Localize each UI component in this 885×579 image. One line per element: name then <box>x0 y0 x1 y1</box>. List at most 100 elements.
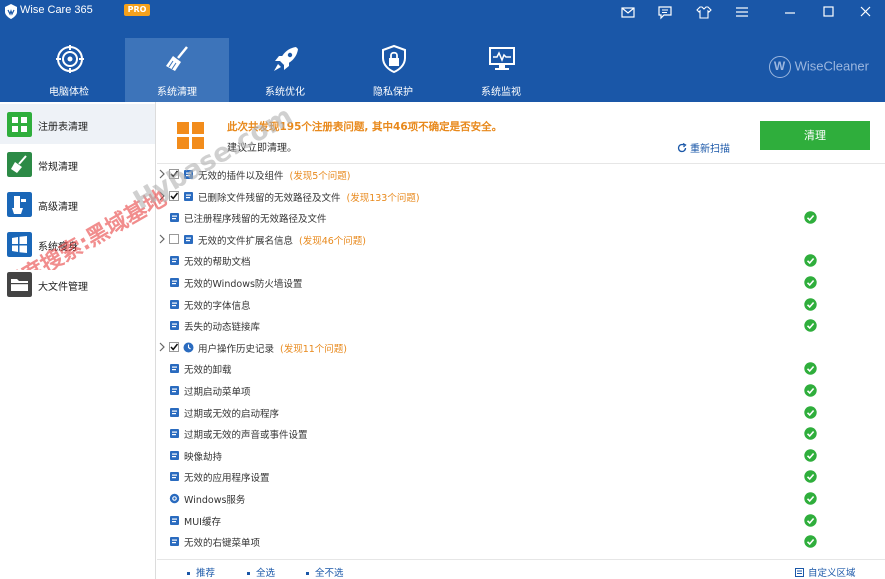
nav-label: 系统优化 <box>265 87 305 98</box>
history-icon <box>183 342 194 353</box>
settings-menu-icon[interactable] <box>732 3 752 21</box>
rescan-label: 重新扫描 <box>690 144 730 155</box>
help-doc-icon <box>170 256 179 266</box>
sidebar-item-system-slim[interactable]: 系统瘦身 <box>0 224 155 264</box>
chevron-right-icon[interactable] <box>159 234 165 244</box>
list-item[interactable]: 无效的右键菜单项 <box>157 531 885 553</box>
item-issue-count: (发现133个问题) <box>346 192 420 204</box>
list-item[interactable]: 丢失的动态链接库 <box>157 315 885 337</box>
item-label: 无效的卸载 <box>184 362 232 376</box>
list-item[interactable]: Windows服务 <box>157 488 885 510</box>
item-checkbox[interactable] <box>169 190 179 201</box>
rescan-link[interactable]: 重新扫描 <box>677 140 730 155</box>
windows-icon <box>7 232 32 257</box>
item-label-text: 过期或无效的启动程序 <box>184 408 280 420</box>
sidebar-item-large-files[interactable]: 大文件管理 <box>0 264 155 304</box>
list-item[interactable]: 无效的Windows防火墙设置 <box>157 272 885 294</box>
mail-icon[interactable] <box>618 3 638 21</box>
check-circle-icon <box>804 297 817 311</box>
close-icon[interactable] <box>855 3 875 21</box>
brand-name: WiseCleaner <box>794 58 869 74</box>
shield-lock-icon <box>382 44 406 74</box>
item-issue-count: (发现5个问题) <box>289 171 351 182</box>
nav-system-monitor[interactable]: 系统监视 <box>449 38 553 102</box>
context-menu-icon <box>170 537 179 547</box>
nav-system-clean[interactable]: 系统清理 <box>125 38 229 102</box>
list-item[interactable]: 过期或无效的启动程序 <box>157 402 885 424</box>
nav-label: 系统监视 <box>481 87 521 98</box>
item-checkbox[interactable] <box>169 233 179 244</box>
brand-wisecleaner[interactable]: W WiseCleaner <box>768 56 869 78</box>
list-item[interactable]: 映像劫持 <box>157 445 885 467</box>
list-item[interactable]: 无效的帮助文档 <box>157 250 885 272</box>
custom-area-link[interactable]: 自定义区域 <box>795 565 856 579</box>
select-none-link[interactable]: 全不选 <box>306 565 344 579</box>
check-circle-icon <box>804 470 817 484</box>
plugin-icon <box>184 170 193 179</box>
list-item[interactable]: 已注册程序残留的无效路径及文件 <box>157 207 885 229</box>
check-circle-icon <box>804 405 817 419</box>
check-circle-icon <box>804 211 817 224</box>
check-mark-icon <box>170 170 179 178</box>
target-icon <box>56 45 84 73</box>
uninstall-icon <box>170 364 179 374</box>
list-item[interactable]: 无效的文件扩展名信息 (发现46个问题) <box>157 229 885 251</box>
list-item[interactable]: 无效的应用程序设置 <box>157 466 885 488</box>
chevron-right-icon[interactable] <box>159 169 165 179</box>
check-circle-icon <box>804 427 817 440</box>
chevron-right-icon[interactable] <box>159 191 165 201</box>
folder-x-icon <box>184 191 193 201</box>
list-item[interactable]: 无效的字体信息 <box>157 294 885 316</box>
item-issue-count: (发现46个问题) <box>299 235 367 247</box>
list-item[interactable]: MUI缓存 <box>157 510 885 532</box>
list-item[interactable]: 过期或无效的声音或事件设置 <box>157 423 885 445</box>
item-label: 已删除文件残留的无效路径及文件 (发现133个问题) <box>198 190 420 204</box>
image-hijack-icon <box>170 450 179 460</box>
nav-privacy[interactable]: 隐私保护 <box>341 38 445 102</box>
item-label: 无效的字体信息 <box>184 298 251 312</box>
item-label: 过期或无效的声音或事件设置 <box>184 427 308 441</box>
sound-icon <box>170 429 179 439</box>
list-item[interactable]: 用户操作历史记录 (发现11个问题) <box>157 337 885 359</box>
item-checkbox[interactable] <box>169 169 179 179</box>
sidebar: 注册表清理 常规清理 高级清理 系统瘦身 大文件管理 <box>0 102 156 579</box>
maximize-icon[interactable] <box>818 3 838 21</box>
pro-badge: PRO <box>124 4 150 16</box>
item-label: 过期启动菜单项 <box>184 384 251 398</box>
item-issue-count: (发现11个问题) <box>280 343 348 355</box>
item-checkbox[interactable] <box>169 341 179 352</box>
chevron-right-icon[interactable] <box>159 342 165 352</box>
list-item[interactable]: 无效的插件以及组件 (发现5个问题) <box>157 164 885 186</box>
item-label: MUI缓存 <box>184 514 221 528</box>
nav-pc-checkup[interactable]: 电脑体检 <box>17 38 121 102</box>
scan-result-banner: 此次共发现195个注册表问题, 其中46项不确定是否安全。 建议立即清理。 重新… <box>157 102 885 164</box>
list-item[interactable]: 已删除文件残留的无效路径及文件 (发现133个问题) <box>157 186 885 208</box>
sidebar-item-label: 高级清理 <box>38 202 78 213</box>
startmenu-icon <box>170 386 179 395</box>
feedback-icon[interactable] <box>655 3 675 21</box>
recommend-link[interactable]: 推荐 <box>187 565 215 579</box>
item-label-text: 无效的帮助文档 <box>184 257 251 269</box>
nav-label: 系统清理 <box>157 87 197 98</box>
app-title: Wise Care 365 <box>20 4 93 16</box>
list-item[interactable]: 过期启动菜单项 <box>157 380 885 402</box>
skin-shirt-icon[interactable] <box>694 3 714 21</box>
check-circle-icon <box>804 492 817 505</box>
select-all-link[interactable]: 全选 <box>247 565 275 579</box>
list-item[interactable]: 无效的卸载 <box>157 358 885 380</box>
check-circle-icon <box>804 362 817 376</box>
sidebar-item-registry-clean[interactable]: 注册表清理 <box>0 104 155 144</box>
minimize-icon[interactable] <box>780 3 800 21</box>
item-label-text: Windows服务 <box>184 495 246 506</box>
item-label-text: 无效的文件扩展名信息 <box>198 235 294 247</box>
font-icon <box>170 299 179 309</box>
file-ext-icon <box>184 234 193 244</box>
startup-icon <box>170 407 179 417</box>
item-label-text: 映像劫持 <box>184 451 223 463</box>
item-label-text: 已注册程序残留的无效路径及文件 <box>184 214 327 226</box>
sidebar-item-advanced-clean[interactable]: 高级清理 <box>0 184 155 224</box>
nav-system-optimize[interactable]: 系统优化 <box>233 38 337 102</box>
clean-button[interactable]: 清理 <box>760 121 870 150</box>
item-label-text: MUI缓存 <box>184 516 221 528</box>
sidebar-item-common-clean[interactable]: 常规清理 <box>0 144 155 184</box>
